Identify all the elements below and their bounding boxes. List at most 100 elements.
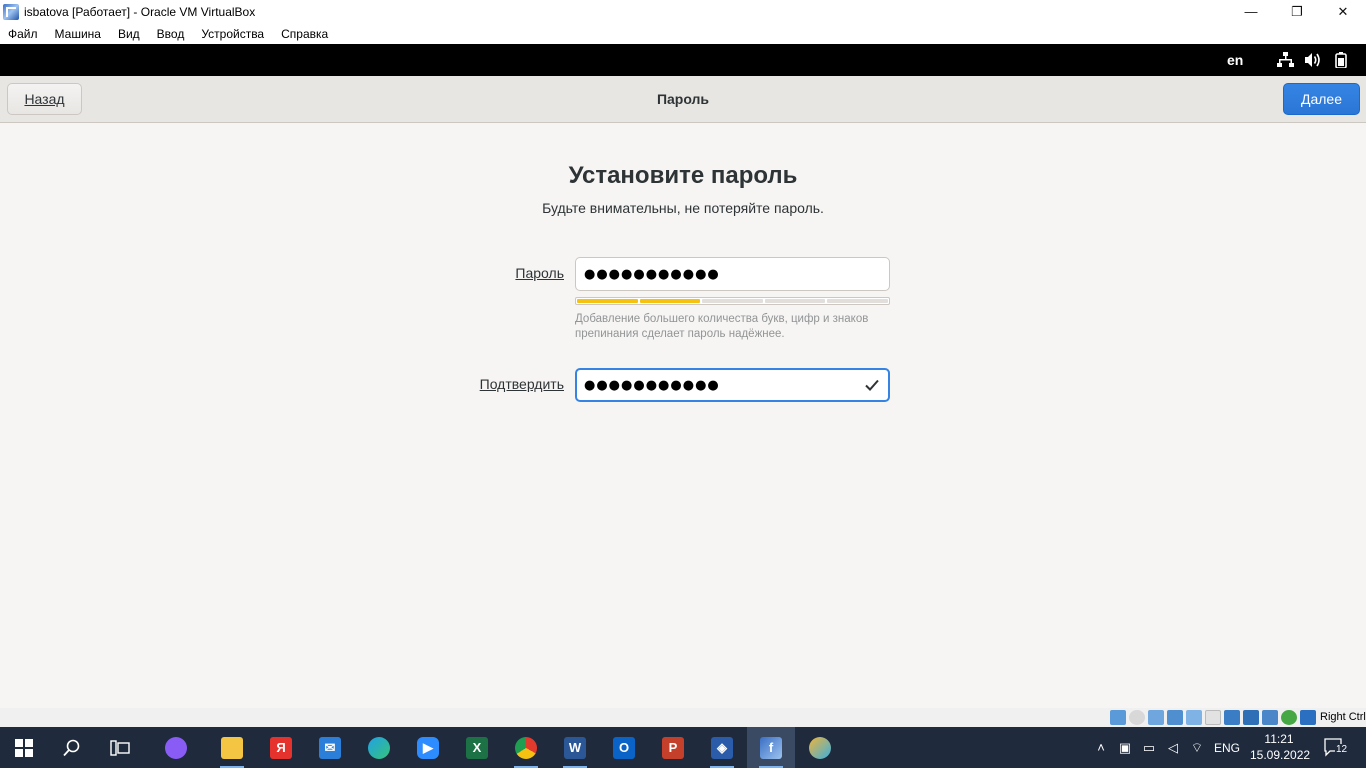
vbox-titlebar: isbatova [Работает] - Oracle VM VirtualB… xyxy=(0,0,1366,23)
strength-segment xyxy=(827,299,888,303)
virtualbox-vm-icon: f xyxy=(760,736,782,759)
clock[interactable]: 11:21 15.09.2022 xyxy=(1250,731,1311,763)
mouse-integration-icon[interactable] xyxy=(1300,710,1316,725)
menu-machine[interactable]: Машина xyxy=(55,27,101,41)
next-button[interactable]: Далее xyxy=(1283,83,1360,115)
virtualbox-app-icon xyxy=(3,3,19,20)
battery-tray-icon[interactable]: ▭ xyxy=(1142,740,1156,755)
window-title: isbatova [Работает] - Oracle VM VirtualB… xyxy=(24,4,256,19)
excel-icon: X xyxy=(466,736,488,759)
taskbar-virtualbox-vm[interactable]: f xyxy=(747,727,795,768)
virtualbox-icon: ◈ xyxy=(711,736,733,759)
task-view-icon xyxy=(110,739,130,756)
chrome-icon xyxy=(515,736,537,759)
taskbar-zoom[interactable]: ▶ xyxy=(404,727,452,768)
menu-help[interactable]: Справка xyxy=(281,27,328,41)
windows-taskbar: Я ✉ ▶ X W O P ◈ f ˄ ▣ ▭ ◁ ⌔ ENG 11:21 15… xyxy=(0,727,1366,768)
paint-icon xyxy=(809,736,831,759)
notification-center-button[interactable]: 12 xyxy=(1322,737,1349,759)
host-key-indicator[interactable]: Right Ctrl xyxy=(1320,711,1366,723)
password-label: Пароль xyxy=(490,265,564,281)
checkmark-icon xyxy=(865,379,879,391)
notification-count: 12 xyxy=(1335,744,1349,755)
header-title: Пароль xyxy=(656,91,710,107)
hard-disk-icon[interactable] xyxy=(1110,710,1126,725)
strength-segment xyxy=(577,299,638,303)
menu-input[interactable]: Ввод xyxy=(157,27,185,41)
gnome-topbar: en xyxy=(0,44,1366,76)
display-icon[interactable] xyxy=(1224,710,1240,725)
strength-segment xyxy=(764,299,826,303)
taskbar-mail[interactable]: ✉ xyxy=(306,727,354,768)
shared-folders-icon[interactable] xyxy=(1205,710,1221,725)
outlook-icon: O xyxy=(613,736,635,759)
cpu-icon[interactable] xyxy=(1262,710,1278,725)
taskbar-alice[interactable] xyxy=(152,727,200,768)
maximize-button[interactable]: ❐ xyxy=(1274,0,1320,23)
search-button[interactable] xyxy=(48,727,96,768)
volume-icon xyxy=(1304,52,1322,68)
menu-devices[interactable]: Устройства xyxy=(201,27,264,41)
video-capture-icon[interactable] xyxy=(1243,710,1259,725)
close-button[interactable]: ✕ xyxy=(1320,0,1366,23)
system-status-area[interactable] xyxy=(1276,52,1350,68)
confirm-password-field[interactable]: ●●●●●●●●●●● xyxy=(575,368,890,402)
zoom-icon: ▶ xyxy=(417,736,439,759)
word-icon: W xyxy=(564,736,586,759)
yandex-browser-icon: Я xyxy=(270,736,292,759)
start-button[interactable] xyxy=(0,727,48,768)
speaker-icon[interactable]: ◁ xyxy=(1166,740,1180,755)
mail-icon: ✉ xyxy=(319,736,341,759)
optical-drive-icon[interactable] xyxy=(1129,710,1145,725)
chevron-up-icon[interactable]: ˄ xyxy=(1094,740,1108,755)
taskbar-word[interactable]: W xyxy=(551,727,599,768)
task-view-button[interactable] xyxy=(96,727,144,768)
system-tray: ˄ ▣ ▭ ◁ ⌔ ENG xyxy=(1094,727,1240,768)
page-title: Установите пароль xyxy=(568,162,798,189)
taskbar-paint[interactable] xyxy=(796,727,844,768)
vbox-menubar: Файл Машина Вид Ввод Устройства Справка xyxy=(0,23,1366,44)
clock-time: 11:21 xyxy=(1264,732,1294,746)
network-adapter-icon[interactable] xyxy=(1167,710,1183,725)
minimize-button[interactable]: — xyxy=(1228,0,1274,23)
password-value: ●●●●●●●●●●● xyxy=(584,266,720,282)
windows-logo-icon xyxy=(15,738,33,757)
taskbar-edge[interactable] xyxy=(355,727,403,768)
network-icon xyxy=(1276,52,1294,68)
vbox-statusbar: Right Ctrl xyxy=(0,708,1366,727)
password-field[interactable]: ●●●●●●●●●●● xyxy=(575,257,890,291)
header-bar: Назад Пароль Далее xyxy=(0,76,1366,123)
search-icon xyxy=(63,739,80,756)
password-hint: Добавление большего количества букв, циф… xyxy=(575,313,869,340)
taskbar-file-explorer[interactable] xyxy=(208,727,256,768)
alice-icon xyxy=(165,736,187,759)
taskbar-excel[interactable]: X xyxy=(453,727,501,768)
confirm-label: Подтвердить xyxy=(450,376,564,392)
strength-segment xyxy=(702,299,763,303)
menu-view[interactable]: Вид xyxy=(118,27,140,41)
edge-icon xyxy=(368,736,390,759)
battery-icon xyxy=(1332,52,1350,68)
vt-x-icon[interactable] xyxy=(1281,710,1297,725)
taskbar-virtualbox[interactable]: ◈ xyxy=(698,727,746,768)
confirm-value: ●●●●●●●●●●● xyxy=(584,377,720,393)
input-language-indicator[interactable]: en xyxy=(1227,52,1243,68)
clock-date: 15.09.2022 xyxy=(1250,748,1311,762)
folder-icon xyxy=(221,736,243,759)
meet-now-icon[interactable]: ▣ xyxy=(1118,740,1132,755)
taskbar-powerpoint[interactable]: P xyxy=(649,727,697,768)
powerpoint-icon: P xyxy=(662,736,684,759)
taskbar-chrome[interactable] xyxy=(502,727,550,768)
audio-icon[interactable] xyxy=(1148,710,1164,725)
taskbar-outlook[interactable]: O xyxy=(600,727,648,768)
strength-segment xyxy=(639,299,701,303)
input-language-tray[interactable]: ENG xyxy=(1214,741,1240,755)
usb-icon[interactable] xyxy=(1186,710,1202,725)
menu-file[interactable]: Файл xyxy=(8,27,38,41)
password-label-text: Пароль xyxy=(515,265,564,281)
page-subtitle: Будьте внимательны, не потеряйте пароль. xyxy=(542,200,824,216)
password-strength-meter xyxy=(575,297,890,305)
wifi-icon[interactable]: ⌔ xyxy=(1190,740,1204,755)
confirm-label-text: Подтвердить xyxy=(479,376,564,392)
taskbar-yandex-browser[interactable]: Я xyxy=(257,727,305,768)
